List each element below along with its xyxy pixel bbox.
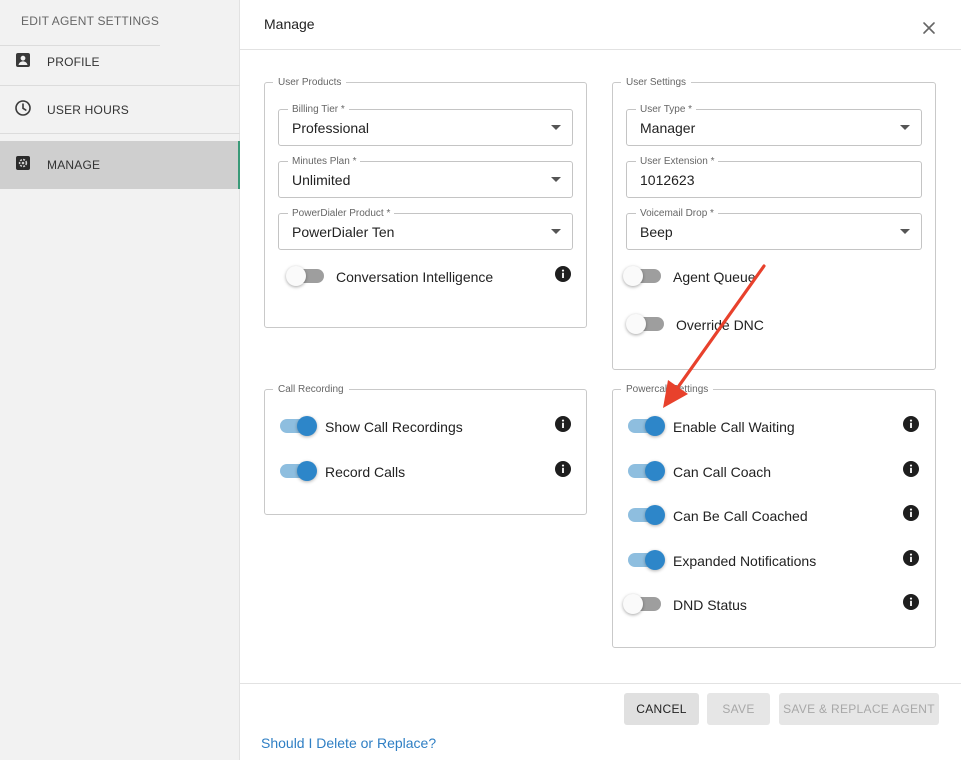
powercall-settings-group: Powercall Settings Enable Call Waiting C… [612, 384, 936, 648]
user-settings-group: User Settings User Type * Manager User E… [612, 77, 936, 370]
sidebar-heading: EDIT AGENT SETTINGS [21, 14, 160, 28]
chevron-down-icon [551, 229, 561, 234]
chevron-down-icon [551, 125, 561, 130]
billing-tier-select[interactable]: Billing Tier * Professional [278, 104, 573, 146]
agent-queue-label: Agent Queue [673, 269, 756, 285]
minutes-plan-label: Minutes Plan * [288, 156, 361, 167]
dialog-footer: CANCEL SAVE SAVE & REPLACE AGENT Should … [240, 683, 961, 760]
call-recording-legend: Call Recording [273, 384, 349, 395]
powerdialer-product-label: PowerDialer Product * [288, 208, 395, 219]
call-recording-group: Call Recording Show Call Recordings Reco… [264, 384, 587, 515]
conversation-intelligence-toggle[interactable] [286, 266, 326, 286]
save-and-replace-agent-button[interactable]: SAVE & REPLACE AGENT [779, 693, 939, 725]
info-icon[interactable] [903, 505, 919, 521]
can-call-coach-label: Can Call Coach [673, 464, 772, 480]
user-products-group: User Products Billing Tier * Professiona… [264, 77, 587, 328]
dnd-status-label: DND Status [673, 597, 747, 613]
conversation-intelligence-label: Conversation Intelligence [336, 269, 494, 285]
clock-icon [14, 99, 32, 117]
voicemail-drop-select[interactable]: Voicemail Drop * Beep [626, 208, 922, 250]
minutes-plan-value: Unlimited [292, 172, 351, 188]
user-type-value: Manager [640, 120, 696, 136]
dialog-header: Manage [240, 0, 961, 50]
user-type-select[interactable]: User Type * Manager [626, 104, 922, 146]
sidebar-item-manage[interactable]: MANAGE [0, 141, 240, 189]
can-be-call-coached-toggle[interactable] [626, 505, 666, 525]
user-extension-label: User Extension * [636, 156, 719, 167]
sidebar-item-label: MANAGE [47, 158, 101, 172]
user-type-label: User Type * [636, 104, 697, 115]
chevron-down-icon [900, 229, 910, 234]
cancel-button[interactable]: CANCEL [624, 693, 699, 725]
voicemail-drop-value: Beep [640, 224, 673, 240]
info-icon[interactable] [555, 266, 571, 282]
can-call-coach-toggle[interactable] [626, 461, 666, 481]
show-call-recordings-label: Show Call Recordings [325, 419, 463, 435]
record-calls-toggle[interactable] [278, 461, 318, 481]
expanded-notifications-toggle[interactable] [626, 550, 666, 570]
billing-tier-value: Professional [292, 120, 370, 136]
powerdialer-product-value: PowerDialer Ten [292, 224, 395, 240]
user-products-legend: User Products [273, 77, 347, 88]
manage-dialog: Manage User Products Billing Tier * Prof… [240, 0, 961, 760]
powercall-settings-legend: Powercall Settings [621, 384, 714, 395]
chevron-down-icon [551, 177, 561, 182]
info-icon[interactable] [555, 461, 571, 477]
dnd-status-toggle[interactable] [623, 594, 663, 614]
info-icon[interactable] [555, 416, 571, 432]
info-icon[interactable] [903, 416, 919, 432]
user-settings-legend: User Settings [621, 77, 692, 88]
gear-icon [14, 154, 32, 172]
dialog-title: Manage [264, 16, 315, 32]
can-be-call-coached-label: Can Be Call Coached [673, 508, 808, 524]
billing-tier-label: Billing Tier * [288, 104, 349, 115]
voicemail-drop-label: Voicemail Drop * [636, 208, 718, 219]
profile-icon [14, 51, 32, 69]
sidebar-item-label: USER HOURS [47, 102, 130, 117]
show-call-recordings-toggle[interactable] [278, 416, 318, 436]
user-extension-value: 1012623 [640, 172, 695, 188]
expanded-notifications-label: Expanded Notifications [673, 553, 817, 569]
sidebar-item-profile[interactable]: PROFILE [0, 38, 240, 86]
minutes-plan-select[interactable]: Minutes Plan * Unlimited [278, 156, 573, 198]
user-extension-field[interactable]: User Extension * 1012623 [626, 156, 922, 198]
record-calls-label: Record Calls [325, 464, 406, 480]
sidebar: EDIT AGENT SETTINGS PROFILE USER HOURS M… [0, 0, 240, 760]
close-icon[interactable] [919, 18, 939, 38]
agent-queue-toggle[interactable] [623, 266, 663, 286]
delete-or-replace-help-link[interactable]: Should I Delete or Replace? [261, 735, 436, 751]
info-icon[interactable] [903, 594, 919, 610]
save-button[interactable]: SAVE [707, 693, 770, 725]
info-icon[interactable] [903, 550, 919, 566]
chevron-down-icon [900, 125, 910, 130]
enable-call-waiting-toggle[interactable] [626, 416, 666, 436]
override-dnc-label: Override DNC [676, 317, 764, 333]
sidebar-item-user-hours[interactable]: USER HOURS [0, 86, 240, 134]
info-icon[interactable] [903, 461, 919, 477]
powerdialer-product-select[interactable]: PowerDialer Product * PowerDialer Ten [278, 208, 573, 250]
sidebar-item-label: PROFILE [47, 54, 100, 69]
override-dnc-toggle[interactable] [626, 314, 666, 334]
enable-call-waiting-label: Enable Call Waiting [673, 419, 795, 435]
